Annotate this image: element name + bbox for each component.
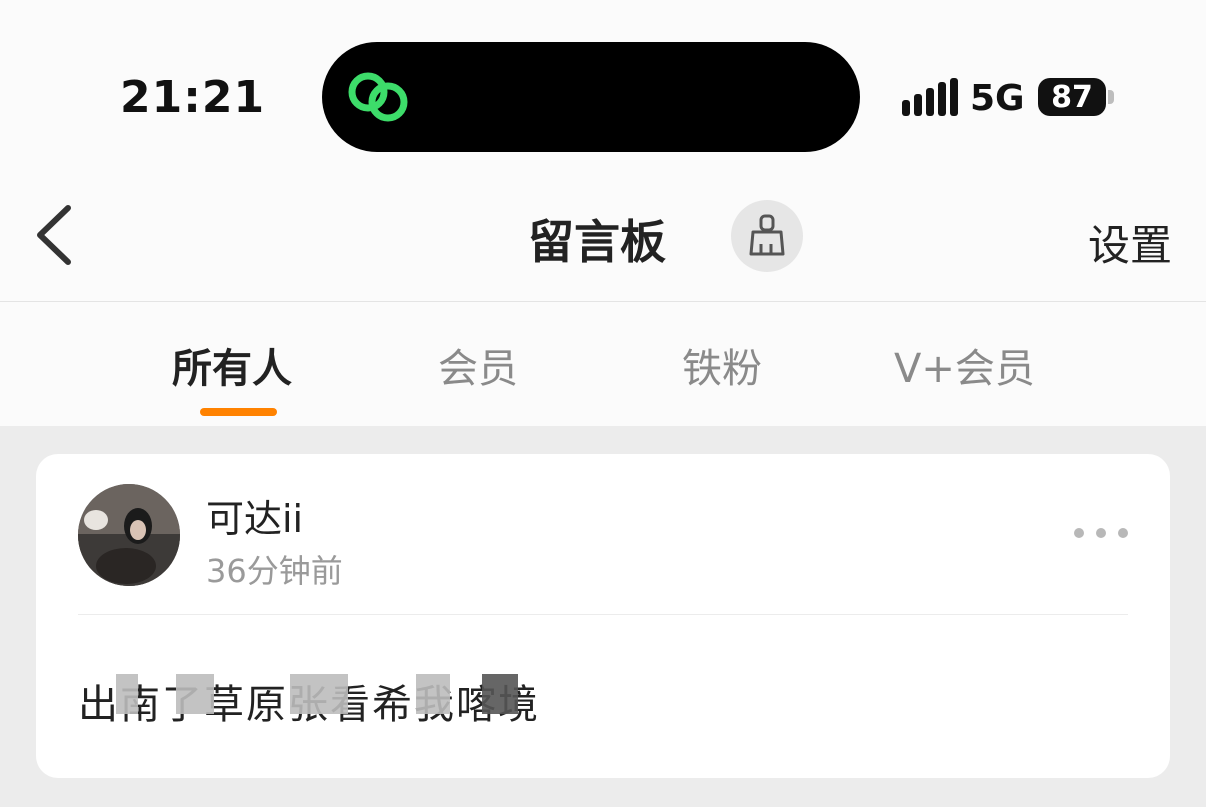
chevron-left-icon[interactable] [30,200,80,270]
audience-tabs: 所有人 会员 铁粉 V+会员 [0,302,1206,426]
tab-members[interactable]: 会员 [438,336,518,394]
brush-icon [749,214,785,256]
tab-all[interactable]: 所有人 [172,336,292,394]
link-rings-icon [348,72,408,122]
more-horizontal-icon[interactable] [1074,528,1130,542]
tab-vplus-members[interactable]: V+会员 [894,336,1035,394]
avatar-image [78,484,180,586]
redaction-block [176,674,214,714]
settings-button[interactable]: 设置 [1088,212,1172,273]
battery-tip [1108,90,1114,104]
dynamic-island[interactable] [322,42,860,152]
post-time: 36分钟前 [206,552,343,590]
redaction-block [482,674,518,714]
navigation-bar: 留言板 设置 [0,170,1206,302]
username[interactable]: 可达ii [206,488,303,543]
avatar[interactable] [78,484,180,586]
clean-button[interactable] [731,200,803,272]
redaction-block [116,674,138,714]
status-bar: 21:21 5G 87 [0,0,1206,170]
status-time: 21:21 [120,72,266,123]
tab-iron-fans[interactable]: 铁粉 [682,336,762,394]
divider [78,614,1128,615]
signal-icon [902,78,958,116]
redaction-block [290,674,348,714]
battery-level: 87 [1038,78,1106,116]
active-tab-indicator [200,408,277,416]
page-title: 留言板 [528,215,666,269]
redaction-block [416,674,450,714]
network-type: 5G [970,78,1025,119]
message-card: 可达ii 36分钟前 出南了草原张看希我喀境 [36,454,1170,778]
message-list: 可达ii 36分钟前 出南了草原张看希我喀境 [0,426,1206,807]
